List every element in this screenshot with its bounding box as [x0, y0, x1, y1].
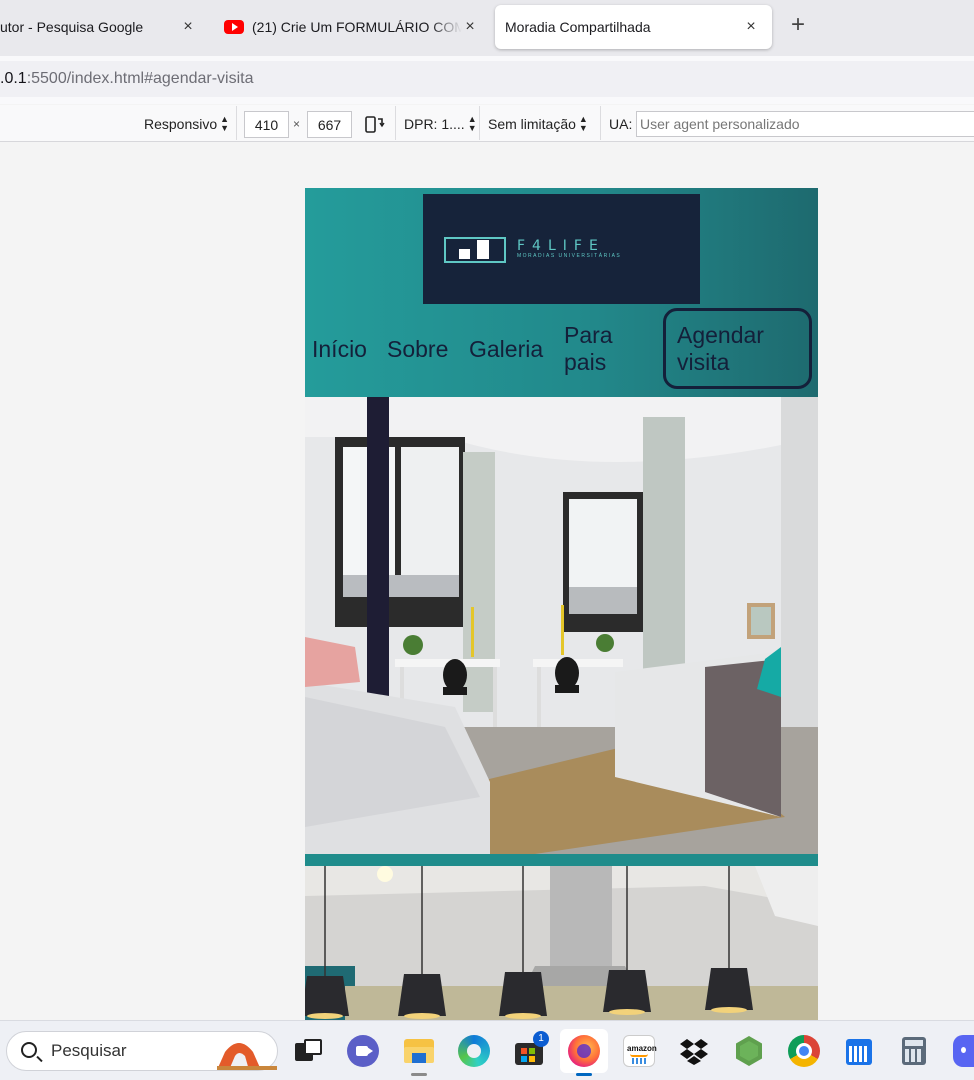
firefox-taskbar-button[interactable]: [560, 1029, 608, 1073]
nav-link-galeria[interactable]: Galeria: [469, 336, 543, 363]
nav-link-inicio[interactable]: Início: [312, 336, 367, 363]
height-input[interactable]: 667: [307, 111, 352, 138]
close-icon[interactable]: ×: [741, 17, 761, 37]
main-nav: Início Sobre Galeria Para pais Agendar v…: [305, 306, 818, 396]
firefox-icon: [568, 1035, 600, 1067]
tab-title: (21) Crie Um FORMULÁRIO COM: [252, 19, 462, 35]
os-taskbar: Pesquisar 1 amazon: [0, 1020, 974, 1080]
tab-strip: utor - Pesquisa Google × (21) Crie Um FO…: [0, 0, 974, 56]
width-input[interactable]: 410: [244, 111, 289, 138]
calendar-icon[interactable]: [843, 1035, 875, 1067]
section-divider: [305, 854, 818, 866]
throttling-label: Sem limitação: [488, 116, 576, 132]
youtube-icon: [224, 20, 244, 34]
tab-google-search[interactable]: utor - Pesquisa Google ×: [0, 5, 210, 49]
chrome-icon[interactable]: [788, 1035, 820, 1067]
bedroom-photo: [305, 397, 818, 854]
site-header: F4LIFE MORADIAS UNIVERSITÁRIAS Início So…: [305, 188, 818, 397]
taskbar-search-box[interactable]: Pesquisar: [6, 1031, 278, 1071]
throttling-select[interactable]: Sem limitação ▲ ▼: [488, 111, 588, 137]
search-placeholder: Pesquisar: [51, 1041, 127, 1060]
url-bar-row: .0.1:5500/index.html#agendar-visita: [0, 56, 974, 104]
device-label: Responsivo: [144, 116, 218, 132]
logo-tagline: MORADIAS UNIVERSITÁRIAS: [517, 253, 622, 259]
updown-arrow-icon: ▲ ▼: [220, 114, 230, 133]
divider: [600, 106, 601, 140]
nav-link-sobre[interactable]: Sobre: [387, 336, 448, 363]
page-viewport: F4LIFE MORADIAS UNIVERSITÁRIAS Início So…: [305, 188, 818, 1020]
nodejs-svg: [736, 1036, 762, 1066]
dpr-label: DPR: 1....: [404, 116, 465, 132]
url-input[interactable]: .0.1:5500/index.html#agendar-visita: [0, 61, 974, 97]
edge-icon[interactable]: [458, 1035, 490, 1067]
tab-youtube[interactable]: (21) Crie Um FORMULÁRIO COM ×: [224, 5, 486, 49]
divider: [236, 106, 237, 140]
logo-brand: F4LIFE: [517, 238, 605, 254]
kitchen-illustration: [305, 866, 818, 1020]
updown-arrow-icon: ▲ ▼: [578, 114, 588, 133]
landscape-widget-icon: [217, 1043, 277, 1070]
nav-link-para-pais[interactable]: Para pais: [564, 322, 634, 376]
nav-link-agendar-visita[interactable]: Agendar visita: [663, 308, 812, 389]
new-tab-button[interactable]: +: [786, 13, 810, 38]
logo-mark-icon: [444, 237, 506, 263]
tab-title: utor - Pesquisa Google: [0, 19, 144, 35]
divider: [479, 106, 480, 140]
store-badge: 1: [533, 1031, 549, 1047]
updown-arrow-icon: ▲ ▼: [467, 114, 477, 133]
discord-icon[interactable]: [953, 1035, 974, 1067]
ua-label: UA:: [609, 116, 633, 132]
url-host: .0.1: [0, 70, 27, 87]
running-app-indicator: [411, 1073, 427, 1076]
microsoft-store-icon[interactable]: 1: [513, 1031, 549, 1067]
dropbox-icon[interactable]: [678, 1035, 710, 1067]
user-agent-input[interactable]: User agent personalizado: [636, 111, 974, 137]
nodejs-icon[interactable]: [733, 1035, 765, 1067]
logo-bar-tall: [477, 240, 489, 259]
amazon-icon[interactable]: amazon: [623, 1035, 657, 1067]
dropbox-svg: [680, 1039, 708, 1065]
search-icon: [21, 1042, 37, 1058]
meet-icon[interactable]: [347, 1035, 379, 1067]
times-sign: ×: [293, 117, 301, 131]
rotate-icon[interactable]: [364, 111, 386, 137]
active-app-indicator: [576, 1073, 592, 1076]
close-icon[interactable]: ×: [460, 17, 480, 37]
bedroom-illustration: [305, 397, 818, 854]
task-view-icon[interactable]: [292, 1035, 324, 1067]
divider: [395, 106, 396, 140]
file-explorer-icon[interactable]: [403, 1035, 435, 1067]
calculator-icon[interactable]: [898, 1035, 930, 1067]
tab-moradia-active[interactable]: Moradia Compartilhada ×: [495, 5, 772, 49]
close-icon[interactable]: ×: [178, 17, 198, 37]
device-select[interactable]: Responsivo ▲ ▼: [144, 111, 229, 137]
dpr-select[interactable]: DPR: 1.... ▲ ▼: [404, 111, 477, 137]
logo-bar-small: [459, 249, 470, 259]
url-path: :5500/index.html#agendar-visita: [26, 70, 254, 87]
responsive-toolbar: Responsivo ▲ ▼ 410 × 667 DPR: 1.... ▲ ▼ Sem …: [0, 105, 974, 142]
rotate-device-svg: [365, 116, 385, 133]
tab-title: Moradia Compartilhada: [505, 19, 651, 35]
kitchen-photo: [305, 866, 818, 1020]
site-logo[interactable]: F4LIFE MORADIAS UNIVERSITÁRIAS: [423, 194, 700, 304]
